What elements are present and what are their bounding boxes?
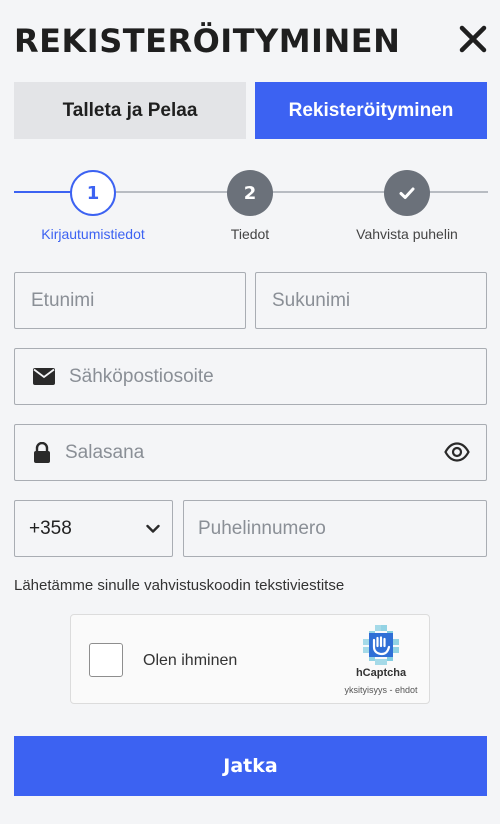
stepper-line-complete — [14, 191, 74, 193]
country-code-value: +358 — [29, 517, 72, 539]
captcha-label: Olen ihminen — [143, 652, 238, 669]
first-name-placeholder: Etunimi — [31, 289, 95, 311]
step-3-label: Vahvista puhelin — [356, 226, 458, 242]
close-icon[interactable] — [458, 24, 488, 54]
captcha-checkbox[interactable] — [89, 643, 123, 677]
phone-placeholder: Puhelinnumero — [198, 517, 326, 539]
continue-button[interactable]: Jatka — [14, 736, 487, 796]
envelope-icon — [33, 368, 55, 385]
page-title: REKISTERÖITYMINEN — [14, 22, 401, 60]
step-2-label: Tiedot — [230, 226, 270, 242]
last-name-input[interactable]: Sukunimi — [255, 272, 487, 329]
eye-icon[interactable] — [444, 441, 470, 463]
sms-hint-text: Lähetämme sinulle vahvistuskoodin teksti… — [14, 577, 345, 594]
step-2-number: 2 — [243, 182, 257, 204]
step-2-indicator: 2 — [227, 170, 273, 216]
stepper-line-pending — [428, 191, 488, 193]
first-name-input[interactable]: Etunimi — [14, 272, 246, 329]
stepper-line-pending — [271, 191, 387, 193]
step-3-indicator — [384, 170, 430, 216]
email-input[interactable]: Sähköpostiosoite — [14, 348, 487, 405]
step-1-label: Kirjautumistiedot — [41, 226, 145, 242]
tab-registration[interactable]: Rekisteröityminen — [255, 82, 487, 139]
password-placeholder: Salasana — [65, 441, 145, 463]
lock-icon — [34, 441, 50, 463]
step-1-indicator: 1 — [70, 170, 116, 216]
last-name-placeholder: Sukunimi — [272, 289, 351, 311]
check-icon — [399, 187, 415, 199]
hcaptcha-widget: Olen ihminen hCaptcha yksityisyys - ehdo… — [70, 614, 430, 704]
hcaptcha-logo-icon — [363, 625, 399, 665]
chevron-down-icon — [146, 524, 160, 533]
stepper-line-pending — [114, 191, 230, 193]
step-1-number: 1 — [86, 182, 100, 204]
password-input[interactable]: Salasana — [14, 424, 487, 481]
registration-stepper: 1 2 Kirjautumistiedot Tiedot Vahvista pu… — [0, 164, 500, 244]
hcaptcha-brand: hCaptcha — [355, 667, 407, 679]
country-code-select[interactable]: +358 — [14, 500, 173, 557]
email-placeholder: Sähköpostiosoite — [69, 365, 214, 387]
tab-deposit-and-play[interactable]: Talleta ja Pelaa — [14, 82, 246, 139]
phone-input[interactable]: Puhelinnumero — [183, 500, 487, 557]
hcaptcha-links[interactable]: yksityisyys - ehdot — [333, 685, 429, 695]
